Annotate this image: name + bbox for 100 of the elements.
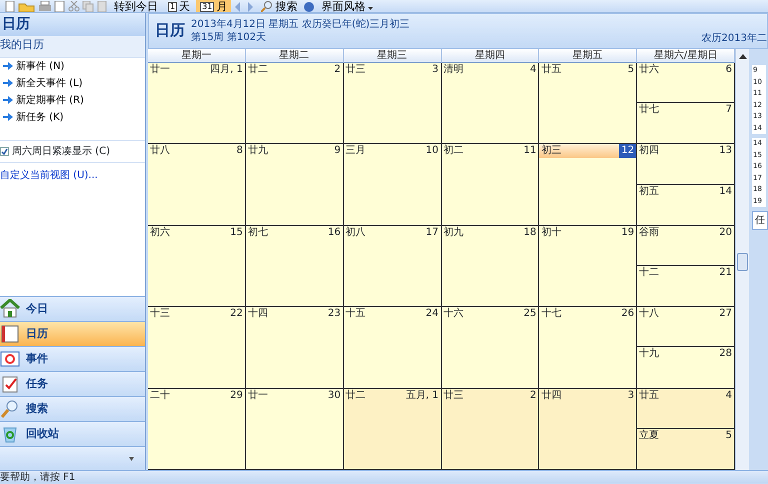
- nav-button[interactable]: 任务: [0, 371, 145, 396]
- day-header[interactable]: 初九 18: [442, 226, 538, 240]
- day-header[interactable]: 清明 4: [442, 63, 538, 77]
- day-cell[interactable]: 廿九 9: [246, 144, 344, 226]
- action-link[interactable]: 新全天事件 (L): [0, 74, 145, 92]
- goto-today-button[interactable]: 转到今日: [110, 0, 162, 12]
- day-header[interactable]: 十八 27: [637, 307, 734, 322]
- dropdown-arrow-icon[interactable]: [128, 456, 135, 462]
- nav-button[interactable]: 搜索: [0, 396, 145, 421]
- day-cell[interactable]: 廿七 7: [637, 103, 734, 144]
- day-header[interactable]: 廿六 6: [637, 63, 734, 77]
- day-header[interactable]: 谷雨 20: [637, 226, 734, 240]
- printer-icon[interactable]: [38, 1, 52, 12]
- action-link[interactable]: 新定期事件 (R): [0, 92, 145, 108]
- day-header[interactable]: 廿三 2: [442, 388, 538, 403]
- day-header[interactable]: 立夏 5: [637, 428, 734, 443]
- day-header[interactable]: 十二 21: [637, 266, 734, 280]
- day-header[interactable]: 廿四 3: [539, 388, 636, 403]
- action-link[interactable]: 新事件 (N): [0, 58, 145, 74]
- section-label: 我的日历: [0, 36, 145, 58]
- nav-button[interactable]: 今日: [0, 296, 145, 321]
- day-cell[interactable]: 初九 18: [442, 226, 540, 308]
- day-header[interactable]: 廿七 7: [637, 103, 734, 118]
- day-header[interactable]: 十九 28: [637, 347, 734, 362]
- status-bar: 要帮助，请按 F1: [0, 470, 768, 483]
- scroll-thumb[interactable]: [737, 253, 748, 271]
- checkbox[interactable]: [0, 146, 9, 156]
- day-cell[interactable]: 廿一 四月, 1: [148, 63, 246, 144]
- day-header[interactable]: 廿一 30: [246, 388, 343, 403]
- day-header[interactable]: 三月 10: [344, 144, 440, 158]
- calendar-icon: [0, 324, 20, 344]
- day-header[interactable]: 初七 16: [246, 226, 343, 240]
- action-link[interactable]: 新任务 (K): [0, 108, 145, 126]
- day-header[interactable]: 十三 22: [148, 307, 245, 322]
- day-cell[interactable]: 初八 17: [344, 226, 442, 308]
- column-header: 星期三: [344, 49, 442, 63]
- day-cell[interactable]: 廿四 3: [539, 388, 638, 470]
- day-header[interactable]: 廿五 4: [637, 388, 734, 403]
- day-cell[interactable]: 廿六 6: [637, 63, 734, 104]
- scrollbar[interactable]: [735, 49, 749, 470]
- day-header[interactable]: 廿三 3: [344, 63, 440, 77]
- day-header[interactable]: 初三 12: [539, 144, 636, 158]
- week-line: 第15周 第102天: [191, 31, 267, 44]
- day-cell[interactable]: 初十 19: [539, 226, 638, 308]
- nav-button[interactable]: 回收站: [0, 421, 145, 446]
- day-cell[interactable]: 廿三 2: [442, 388, 540, 470]
- day-cell[interactable]: 三月 10: [344, 144, 442, 226]
- customize-view-link[interactable]: 自定义当前视图 (U)...: [0, 162, 145, 188]
- style-menu-button[interactable]: 界面风格: [317, 0, 378, 12]
- check-icon: [1, 148, 8, 154]
- column-header: 星期四: [442, 49, 540, 63]
- day-header[interactable]: 十六 25: [442, 307, 538, 322]
- day-header[interactable]: 初四 13: [637, 144, 734, 158]
- day-header[interactable]: 初二 11: [442, 144, 538, 158]
- day-cell[interactable]: 十四 23: [246, 307, 344, 389]
- day-cell[interactable]: 廿五 4: [637, 388, 734, 429]
- day-cell[interactable]: 初四 13: [637, 144, 734, 185]
- day-cell[interactable]: 十八 27: [637, 307, 734, 348]
- day-header[interactable]: 初五 14: [637, 184, 734, 199]
- day-cell[interactable]: 初六 15: [148, 226, 246, 308]
- day-cell[interactable]: 廿八 8: [148, 144, 246, 226]
- day-header[interactable]: 廿二 2: [246, 63, 343, 77]
- copy-icon[interactable]: [82, 1, 94, 12]
- day-header[interactable]: 十七 26: [539, 307, 636, 322]
- lunar-date: 农历2013年二: [702, 32, 767, 46]
- search-button[interactable]: 搜索: [257, 0, 302, 12]
- day-header[interactable]: 初八 17: [344, 226, 440, 240]
- day-header[interactable]: 二十 29: [148, 388, 245, 403]
- day-cell[interactable]: 廿二 2: [246, 63, 344, 144]
- day-header[interactable]: 十五 24: [344, 307, 440, 322]
- day-header[interactable]: 廿九 9: [246, 144, 343, 158]
- day-cell[interactable]: 廿三 3: [344, 63, 442, 144]
- caret-icon: [367, 4, 374, 12]
- day-cell[interactable]: 十三 22: [148, 307, 246, 389]
- day-header[interactable]: 初六 15: [148, 226, 245, 240]
- day-header[interactable]: 廿八 8: [148, 144, 245, 158]
- day-header[interactable]: 初十 19: [539, 226, 636, 240]
- right-arrow-icon[interactable]: [245, 1, 256, 12]
- day-header[interactable]: 廿二 五月, 1: [344, 388, 440, 403]
- day-cell[interactable]: 十二 21: [637, 266, 734, 306]
- scissors-icon[interactable]: [68, 1, 80, 12]
- day-cell[interactable]: 初五 14: [637, 184, 734, 225]
- day-cell[interactable]: 廿二 五月, 1: [344, 388, 442, 470]
- day-cell[interactable]: 初二 11: [442, 144, 540, 226]
- day-cell[interactable]: 清明 4: [442, 63, 540, 144]
- day-cell[interactable]: 谷雨 20: [637, 226, 734, 266]
- day-cell[interactable]: 立夏 5: [637, 428, 734, 469]
- date-line: 2013年4月12日 星期五 农历癸巳年(蛇)三月初三: [191, 18, 410, 31]
- day-cell[interactable]: 初七 16: [246, 226, 344, 308]
- day-header[interactable]: 廿一 四月, 1: [148, 63, 245, 77]
- day-header[interactable]: 十四 23: [246, 307, 343, 322]
- view-button[interactable]: 31 月: [196, 0, 232, 12]
- day-header[interactable]: 廿五 5: [539, 63, 636, 77]
- nav-button[interactable]: 事件: [0, 346, 145, 371]
- day-cell[interactable]: 初三 12: [539, 144, 638, 226]
- nav-button[interactable]: 日历: [0, 321, 145, 346]
- view-button[interactable]: 1 天: [164, 0, 194, 12]
- checkbox-label[interactable]: 周六周日紧凑显示 (C): [12, 144, 110, 158]
- day-cell[interactable]: 十九 28: [637, 347, 734, 388]
- task-tab[interactable]: 任: [752, 211, 768, 230]
